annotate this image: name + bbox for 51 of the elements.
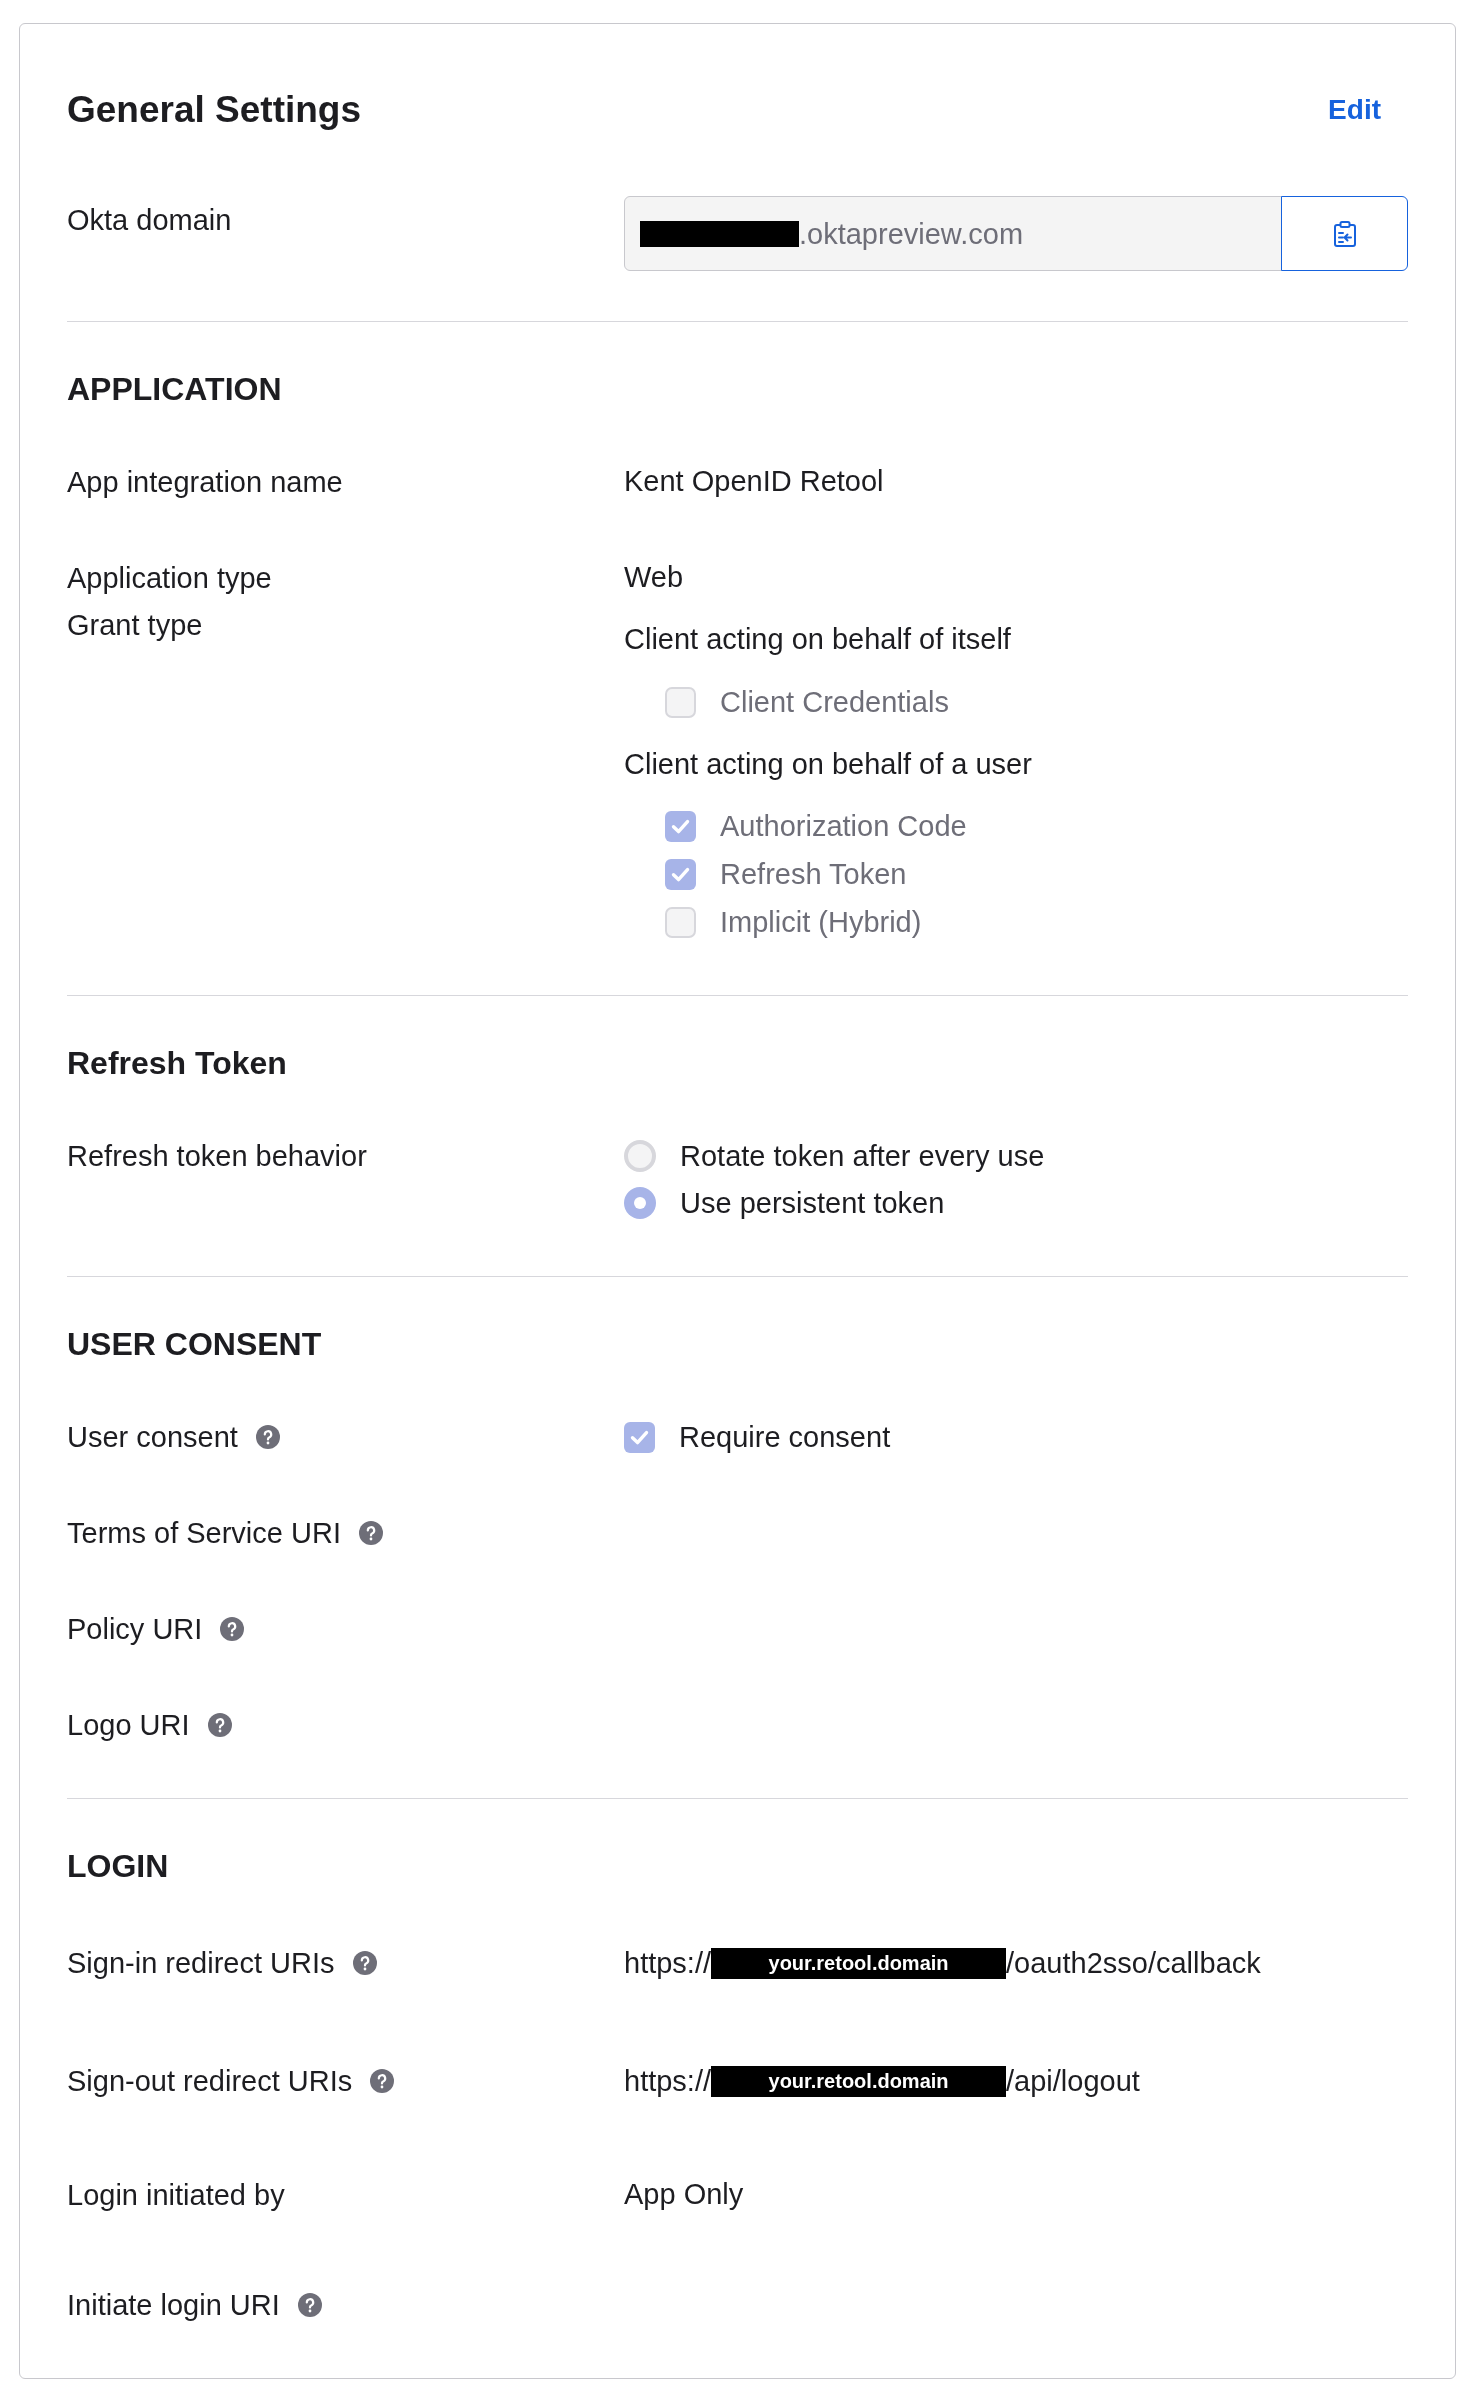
radio-label: Use persistent token bbox=[680, 1186, 945, 1221]
field-label: Application type bbox=[67, 561, 272, 596]
checkbox-label: Require consent bbox=[679, 1420, 891, 1455]
section-heading: Refresh Token bbox=[67, 1044, 287, 1083]
help-icon[interactable] bbox=[358, 1521, 383, 1545]
radio-label: Rotate token after every use bbox=[680, 1139, 1045, 1174]
edit-link[interactable]: Edit bbox=[1328, 90, 1381, 130]
group-heading: Client acting on behalf of a user bbox=[624, 747, 1032, 782]
group-heading: Client acting on behalf of itself bbox=[624, 622, 1011, 657]
copy-button[interactable] bbox=[1281, 196, 1408, 271]
domain-text: .oktapreview.com bbox=[799, 216, 1024, 252]
field-value: Kent OpenID Retool bbox=[624, 465, 884, 498]
field-value: Web bbox=[624, 561, 684, 594]
field-label: Logo URI bbox=[67, 1708, 190, 1743]
checkbox-label: Refresh Token bbox=[720, 857, 907, 892]
card-title: General Settings bbox=[67, 90, 362, 130]
section-heading: APPLICATION bbox=[67, 370, 282, 409]
uri-text: /oauth2sso/callback bbox=[1006, 1946, 1261, 1981]
field-label: Policy URI bbox=[67, 1612, 203, 1647]
checkbox-label: Authorization Code bbox=[720, 809, 967, 844]
help-icon[interactable] bbox=[220, 1617, 245, 1641]
help-icon[interactable] bbox=[255, 1425, 280, 1449]
domain-label: your.retool.domain bbox=[711, 1947, 1007, 1979]
domain-field[interactable]: .oktapreview.com bbox=[624, 196, 1282, 271]
checkbox-label: Implicit (Hybrid) bbox=[720, 905, 922, 940]
section-heading: USER CONSENT bbox=[67, 1325, 322, 1364]
uri-text: /api/logout bbox=[1006, 2064, 1140, 2099]
field-label: App integration name bbox=[67, 465, 343, 500]
field-label: User consent bbox=[67, 1420, 238, 1455]
field-label: Sign-in redirect URIs bbox=[67, 1946, 335, 1981]
domain-label: your.retool.domain bbox=[711, 2065, 1007, 2097]
field-label: Sign-out redirect URIs bbox=[67, 2064, 353, 2099]
radio-button[interactable] bbox=[624, 1187, 656, 1219]
help-icon[interactable] bbox=[207, 1713, 232, 1737]
field-value: App Only bbox=[624, 2178, 744, 2211]
uri-text: https:// bbox=[624, 2064, 712, 2099]
uri-text: https:// bbox=[624, 1946, 712, 1981]
field-label: Refresh token behavior bbox=[67, 1139, 367, 1174]
radio-button[interactable] bbox=[624, 1140, 656, 1172]
checkbox[interactable] bbox=[624, 1421, 655, 1453]
checkbox-label: Client Credentials bbox=[720, 685, 949, 720]
help-icon[interactable] bbox=[352, 1951, 377, 1975]
section-heading: LOGIN bbox=[67, 1847, 169, 1886]
help-icon[interactable] bbox=[297, 2293, 322, 2317]
field-label: Login initiated by bbox=[67, 2178, 285, 2213]
field-label: Grant type bbox=[67, 608, 203, 643]
help-icon[interactable] bbox=[370, 2069, 395, 2093]
field-label: Okta domain bbox=[67, 203, 233, 238]
field-label: Initiate login URI bbox=[67, 2288, 280, 2323]
field-label: Terms of Service URI bbox=[67, 1516, 341, 1551]
clipboard-icon bbox=[1333, 220, 1356, 247]
